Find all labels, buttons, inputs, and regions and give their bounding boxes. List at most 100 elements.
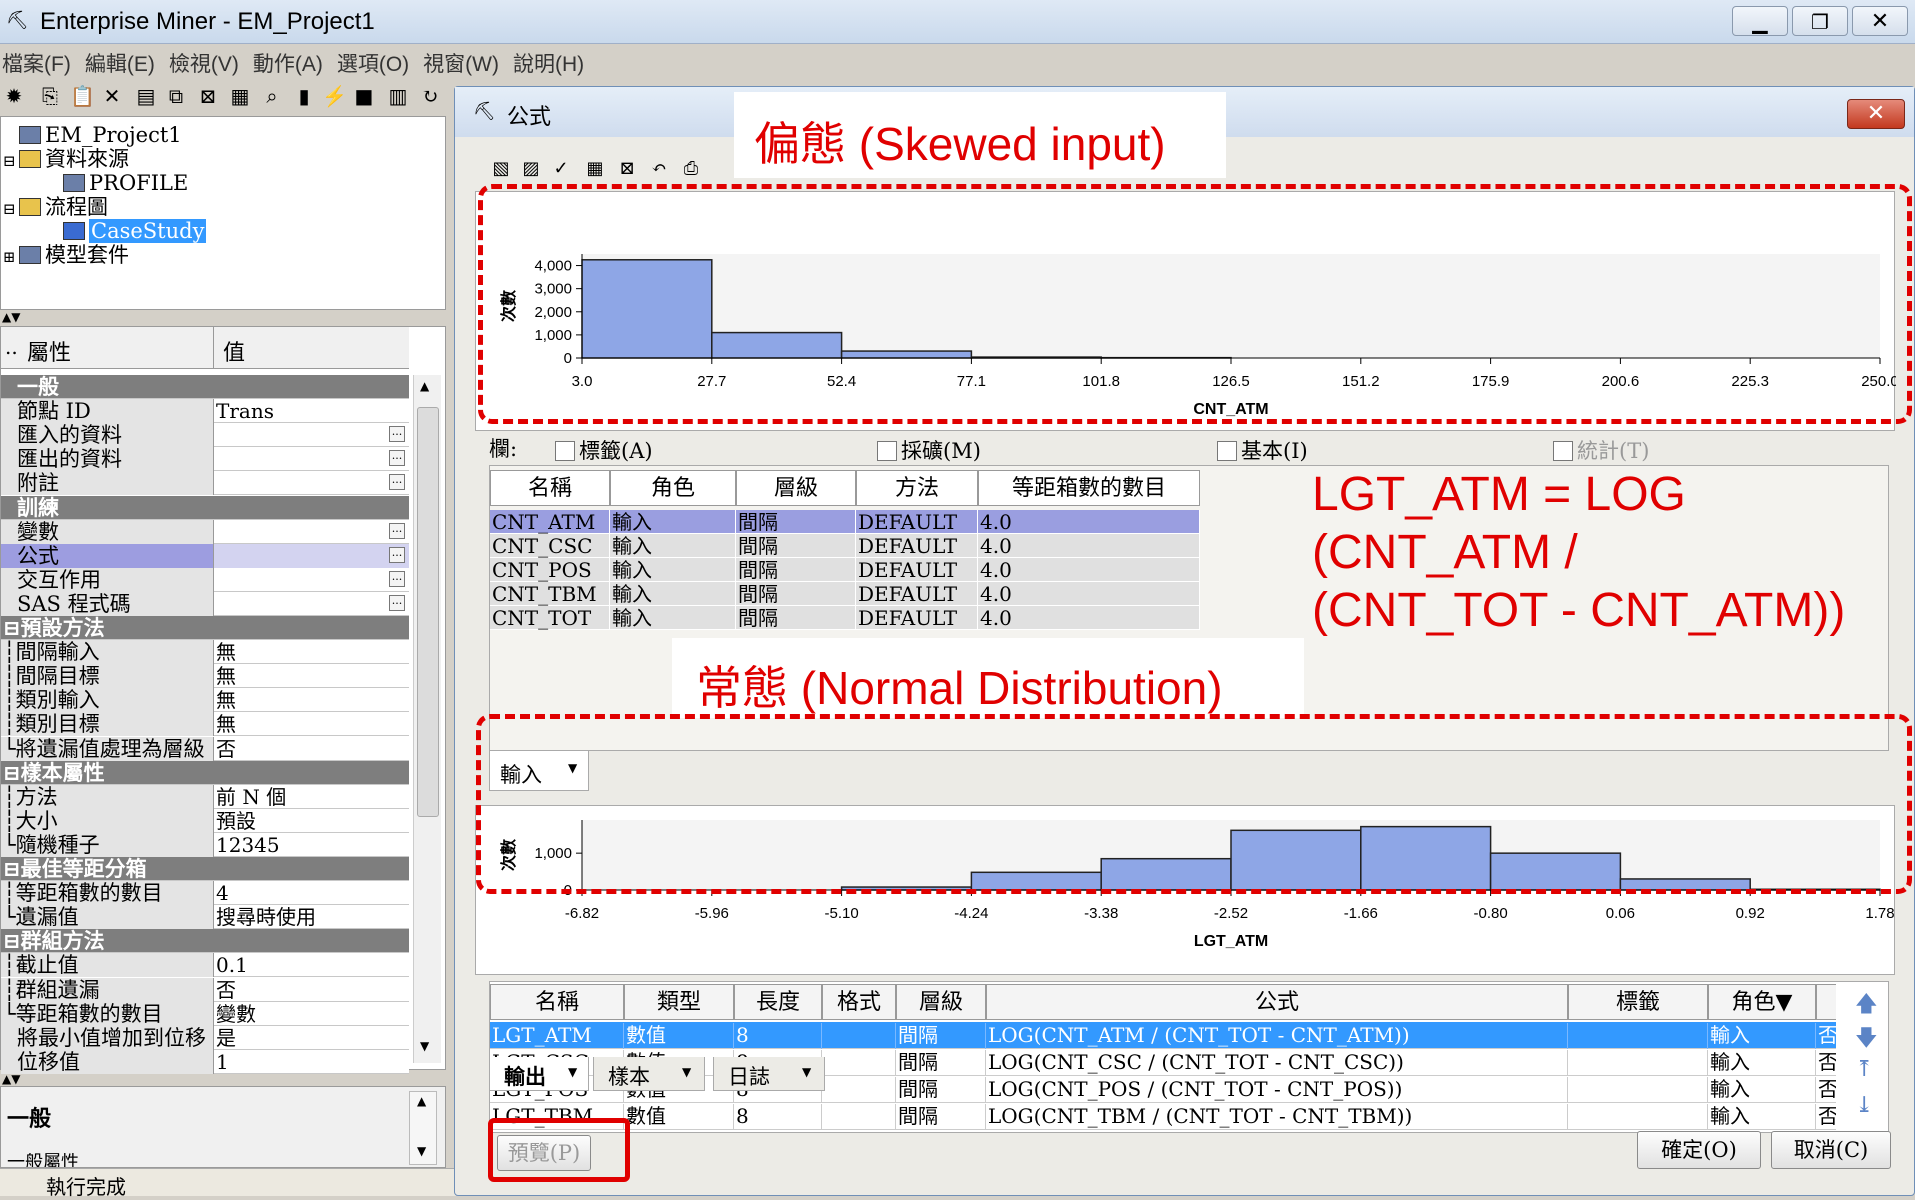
input-table-header[interactable]: 等距箱數的數目	[978, 470, 1200, 506]
scroll-down-icon[interactable]: ▼	[417, 1144, 426, 1158]
property-row[interactable]: 公式...	[1, 544, 409, 568]
minimize-button[interactable]: ▁	[1732, 6, 1788, 36]
bottom-tab[interactable]: 日誌▼	[713, 1057, 825, 1091]
refresh-icon[interactable]: ↻	[418, 84, 442, 108]
formula-table-row[interactable]: LGT_ATM數值8間隔LOG(CNT_ATM / (CNT_TOT - CNT…	[490, 1022, 1836, 1049]
property-value[interactable]	[213, 471, 409, 495]
property-value[interactable]	[213, 568, 409, 592]
property-row[interactable]: 匯出的資料...	[1, 447, 409, 471]
property-row[interactable]: 位移值1	[1, 1050, 409, 1074]
ellipsis-button[interactable]: ...	[389, 474, 405, 490]
formula-table-header[interactable]: 名稱	[490, 984, 624, 1020]
scroll-thumb[interactable]	[417, 407, 439, 817]
property-row[interactable]: 匯入的資料...	[1, 423, 409, 447]
property-row[interactable]: ┆類別輸入無	[1, 688, 409, 712]
tree-splitter-arrows[interactable]: ▲▼	[2, 310, 20, 324]
scroll-down-icon[interactable]: ▼	[420, 1039, 429, 1053]
property-value[interactable]	[213, 592, 409, 616]
new-icon[interactable]: ✹	[2, 84, 26, 108]
copy-icon[interactable]: ⎘	[38, 84, 62, 108]
property-value[interactable]: 預設	[213, 809, 409, 833]
ellipsis-button[interactable]: ...	[389, 523, 405, 539]
restore-button[interactable]: ❐	[1792, 6, 1848, 36]
property-value[interactable]: 是	[213, 1026, 409, 1050]
ellipsis-button[interactable]: ...	[389, 595, 405, 611]
input-table-header[interactable]: 層級	[736, 470, 856, 506]
formula-table-header[interactable]: 標籤	[1568, 984, 1708, 1020]
tab-dropdown-icon[interactable]: ▼	[682, 1065, 691, 1079]
tree-expander-icon[interactable]: ⊟	[3, 149, 19, 173]
print-icon[interactable]: ⎙	[679, 157, 703, 181]
property-row[interactable]: └遺漏值搜尋時使用	[1, 905, 409, 929]
paste-icon[interactable]: 📋	[70, 84, 94, 108]
tree-expander-icon[interactable]: ⊞	[3, 245, 19, 269]
column-checkbox[interactable]: 基本(I)	[1217, 435, 1308, 461]
formula-table-header[interactable]: 公式	[986, 984, 1568, 1020]
property-row[interactable]: ┆截止值0.1	[1, 953, 409, 977]
property-value[interactable]: Trans	[213, 399, 409, 423]
property-row[interactable]: ┆間隔輸入無	[1, 640, 409, 664]
menu-item-4[interactable]: 選項(O)	[337, 48, 409, 78]
undo-icon[interactable]: ↶	[647, 157, 671, 181]
property-row[interactable]: ┆方法前 N 個	[1, 785, 409, 809]
menu-item-0[interactable]: 檔案(F)	[2, 48, 71, 78]
input-table-header[interactable]: 名稱	[490, 470, 610, 506]
menu-item-5[interactable]: 視窗(W)	[423, 48, 499, 78]
checkbox-icon[interactable]	[555, 441, 575, 461]
tab-dropdown-icon[interactable]: ▼	[802, 1065, 811, 1079]
property-row[interactable]: 附註...	[1, 471, 409, 495]
checkbox-icon[interactable]	[1553, 441, 1573, 461]
input-table-row[interactable]: CNT_TOT輸入間隔DEFAULT4.0	[490, 606, 1200, 630]
edit-chart-icon[interactable]: ▨	[519, 157, 543, 181]
property-value[interactable]: 無	[213, 688, 409, 712]
ellipsis-button[interactable]: ...	[389, 547, 405, 563]
input-table-row[interactable]: CNT_ATM輸入間隔DEFAULT4.0	[490, 510, 1200, 534]
property-value[interactable]: 無	[213, 640, 409, 664]
property-value[interactable]: 否	[213, 978, 409, 1002]
histogram-icon[interactable]: ▧	[489, 157, 513, 181]
property-row[interactable]: ┆類別目標無	[1, 712, 409, 736]
property-row[interactable]: 交互作用...	[1, 568, 409, 592]
chart-icon[interactable]: ▤	[134, 84, 158, 108]
input-table-header[interactable]: 方法	[856, 470, 978, 506]
menu-item-1[interactable]: 編輯(E)	[85, 48, 155, 78]
input-table-row[interactable]: CNT_POS輸入間隔DEFAULT4.0	[490, 558, 1200, 582]
property-row[interactable]: ┆等距箱數的數目4	[1, 881, 409, 905]
property-row[interactable]: SAS 程式碼...	[1, 592, 409, 616]
property-value[interactable]: 4	[213, 881, 409, 905]
results-icon[interactable]: ▥	[386, 84, 410, 108]
property-row[interactable]: ┆群組遺漏否	[1, 978, 409, 1002]
property-row[interactable]: ┆間隔目標無	[1, 664, 409, 688]
column-checkbox[interactable]: 採礦(M)	[877, 435, 981, 461]
formula-table-row[interactable]: LGT_TBM數值8間隔LOG(CNT_TBM / (CNT_TOT - CNT…	[490, 1103, 1836, 1130]
menu-item-6[interactable]: 說明(H)	[513, 48, 584, 78]
move-down-icon[interactable]: 🡇	[1855, 1021, 1878, 1059]
property-value[interactable]: 變數	[213, 1002, 409, 1026]
ok-button[interactable]: 確定(O)	[1637, 1131, 1761, 1169]
ellipsis-button[interactable]: ...	[389, 571, 405, 587]
move-up-icon[interactable]: 🡅	[1855, 987, 1878, 1025]
bottom-tab[interactable]: 輸出▼	[489, 1057, 589, 1091]
cancel-button[interactable]: 取消(C)	[1771, 1131, 1891, 1169]
menu-item-3[interactable]: 動作(A)	[253, 48, 323, 78]
calculator-icon[interactable]: ▦	[583, 157, 607, 181]
menu-item-2[interactable]: 檢視(V)	[169, 48, 239, 78]
tree-item[interactable]: CaseStudy	[47, 219, 206, 243]
folder-icon[interactable]: ▮	[292, 84, 316, 108]
formula-table-header[interactable]: 角色▼	[1708, 984, 1816, 1020]
tree-item[interactable]: EM_Project1	[3, 123, 182, 147]
checkbox-icon[interactable]	[1217, 441, 1237, 461]
bottom-tab[interactable]: 樣本▼	[593, 1057, 705, 1091]
properties-scrollbar[interactable]: ▲ ▼	[413, 375, 441, 1063]
tree-item[interactable]: ⊞模型套件	[3, 243, 129, 267]
property-row[interactable]: 變數...	[1, 520, 409, 544]
property-value[interactable]: 0.1	[213, 953, 409, 977]
property-row[interactable]: └等距箱數的數目變數	[1, 1002, 409, 1026]
explore-icon[interactable]: ⌕	[260, 84, 284, 108]
property-value[interactable]: 1	[213, 1050, 409, 1074]
formula-table-header[interactable]: 報表	[1816, 984, 1836, 1020]
delete-icon[interactable]: ✕	[100, 84, 124, 108]
input-table-header[interactable]: 角色	[610, 470, 736, 506]
column-checkbox[interactable]: 標籤(A)	[555, 435, 653, 461]
property-row[interactable]: ┆大小預設	[1, 809, 409, 833]
